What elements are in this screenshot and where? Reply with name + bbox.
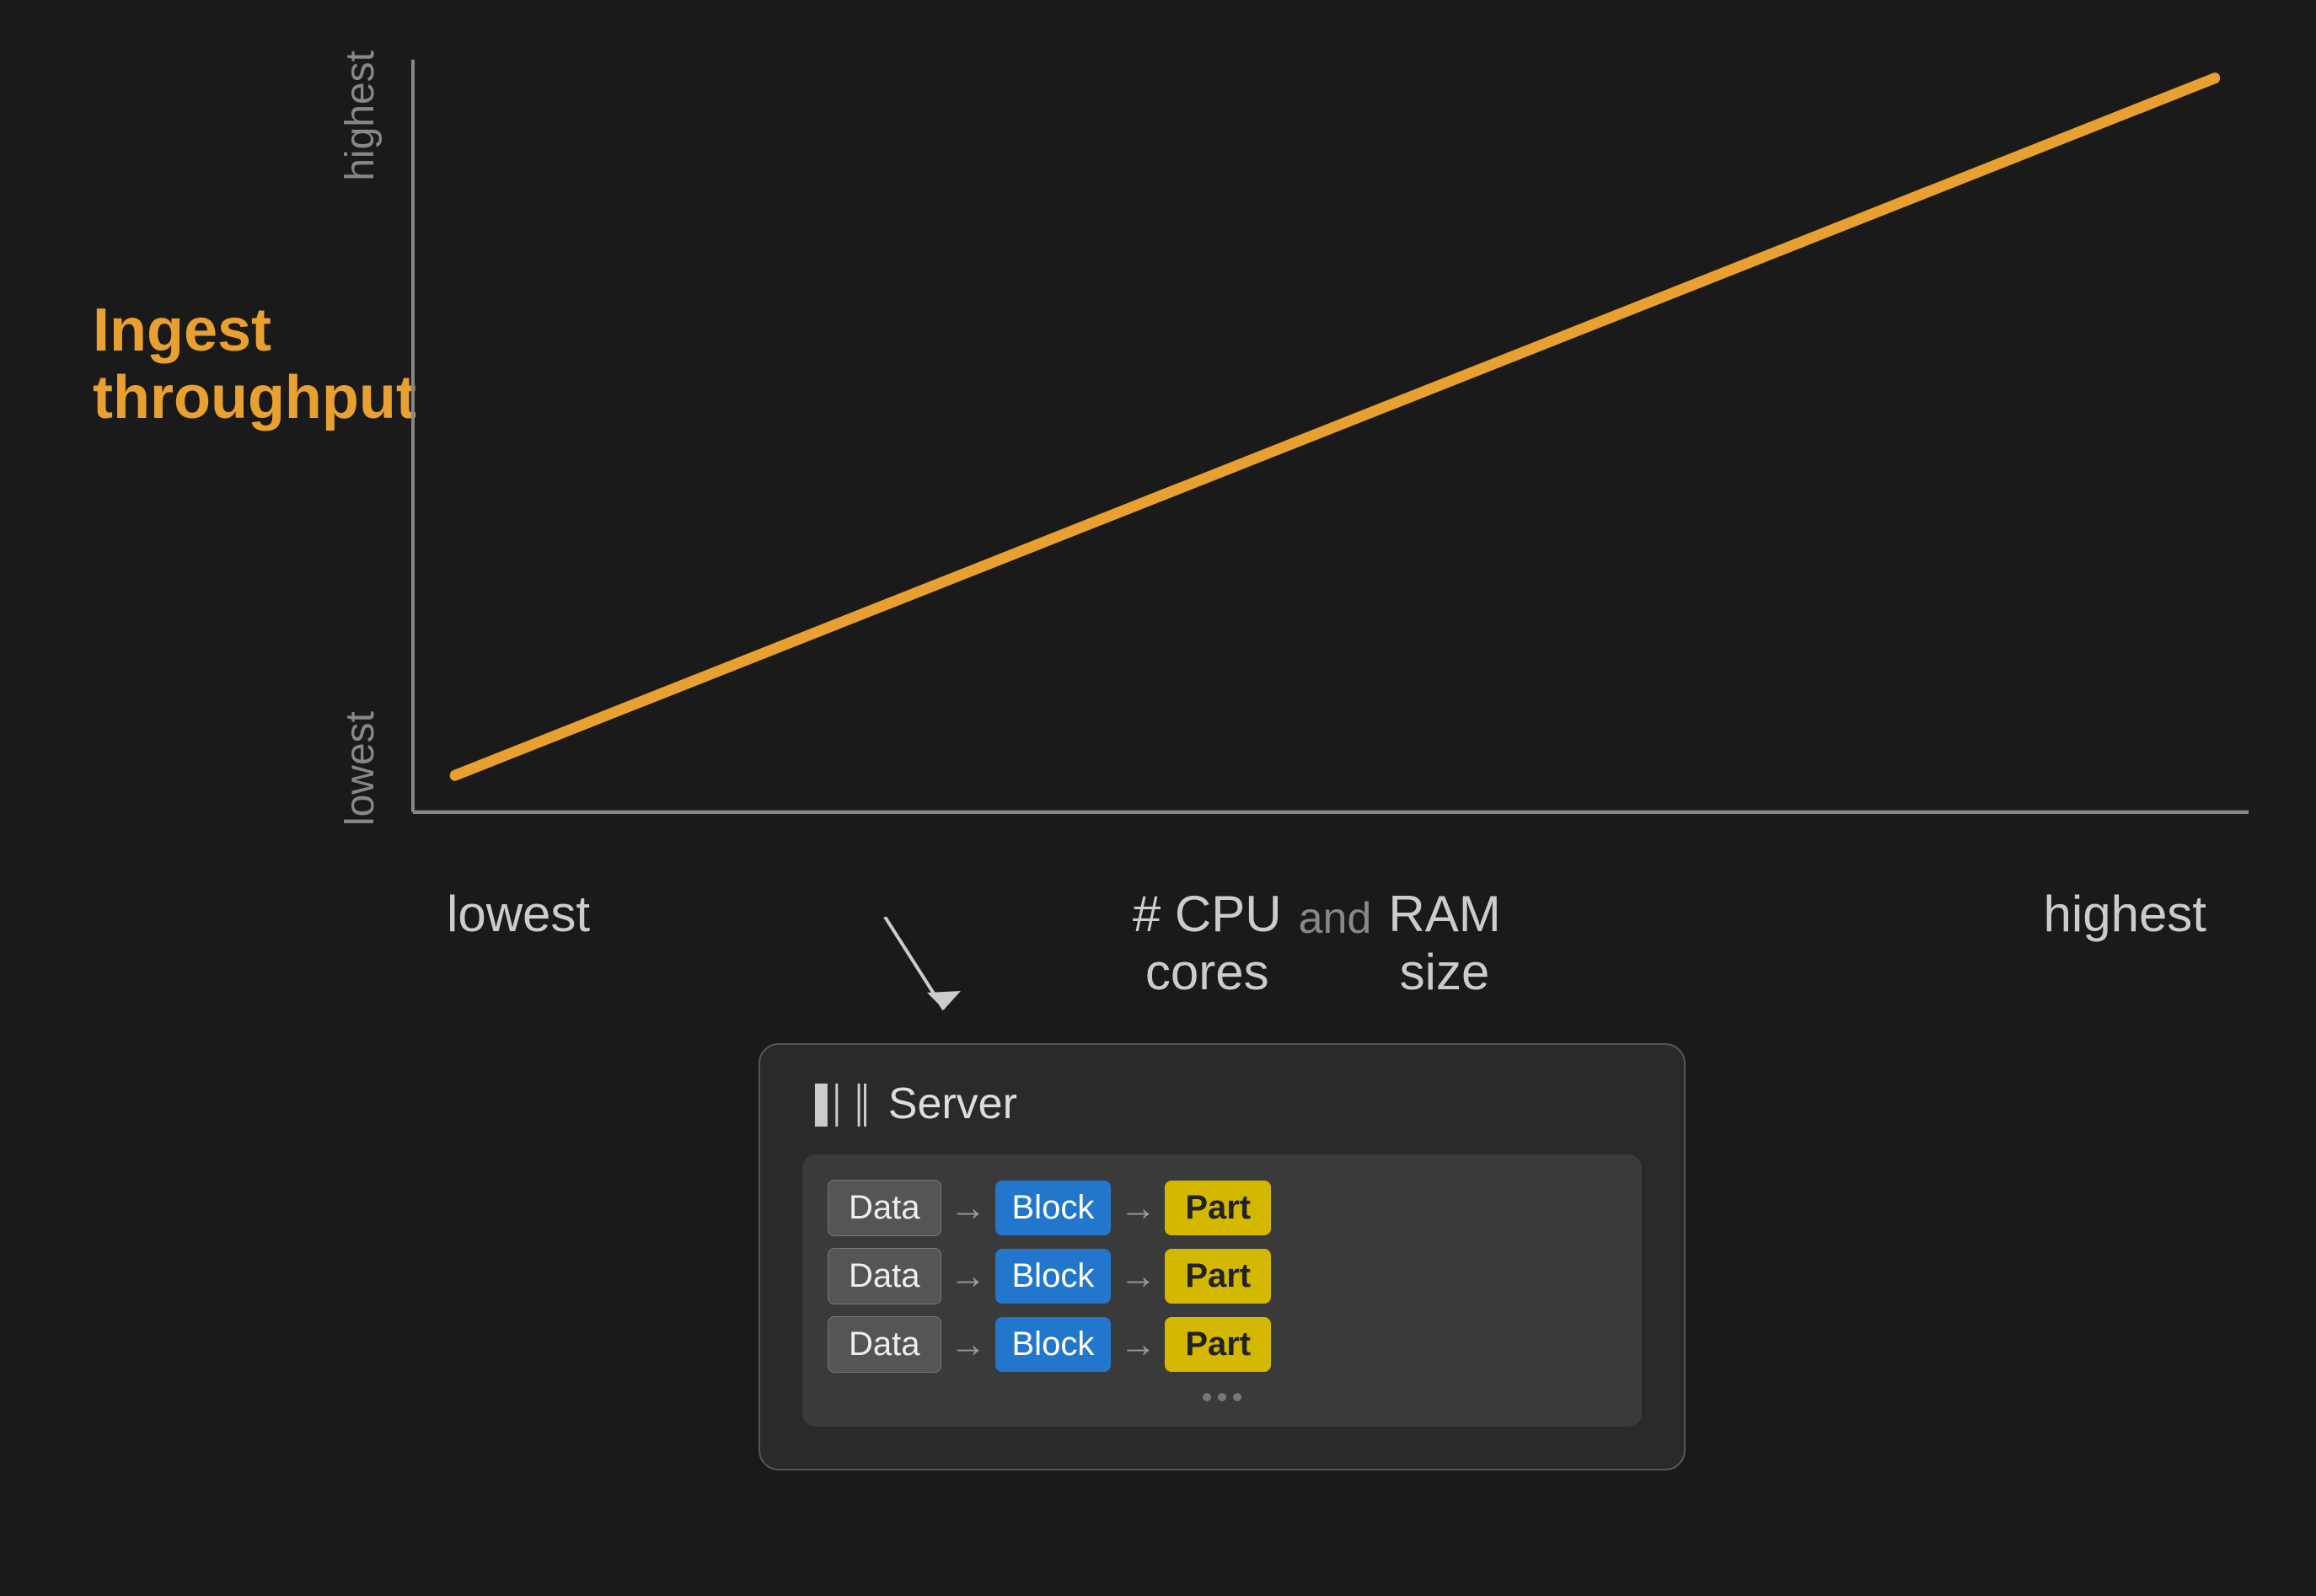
table-row: Data → Block → Part: [828, 1316, 1616, 1373]
arrow-right-1: →: [950, 1187, 987, 1229]
block-label-1: Block: [995, 1181, 1112, 1235]
server-rows: Data → Block → Part Data → Block →: [828, 1180, 1616, 1384]
x-label-ram: RAM: [1388, 885, 1500, 943]
x-label-lowest: lowest: [447, 885, 590, 943]
y-tick-highest: highest: [337, 51, 383, 181]
ellipsis-dots: [828, 1393, 1616, 1401]
chart-area: Ingest throughput highest lowest: [67, 51, 2249, 876]
server-label: Server: [888, 1079, 1017, 1129]
table-row: Data → Block → Part: [828, 1248, 1616, 1304]
chart-svg-container: [405, 51, 2249, 876]
block-label-3: Block: [995, 1317, 1112, 1372]
x-label-cores: cores: [1145, 943, 1269, 1001]
x-label-highest: highest: [2044, 885, 2206, 943]
part-label-3: Part: [1165, 1317, 1271, 1372]
arrow-right-3: →: [950, 1256, 987, 1298]
combined-bottom: lowest # CPU cores and RAM size highest: [67, 876, 2249, 1470]
y-axis-ticks: highest lowest: [337, 51, 400, 826]
arrow-right-6: →: [1119, 1324, 1156, 1366]
arrow-indicator: [877, 917, 978, 1039]
x-axis-labels: lowest # CPU cores and RAM size highest: [405, 885, 2249, 1001]
x-label-size: size: [1400, 943, 1490, 1001]
arrow-right-5: →: [950, 1324, 987, 1366]
block-label-2: Block: [995, 1249, 1112, 1304]
dot-3: [1233, 1393, 1241, 1401]
server-icon: ▐│║: [802, 1084, 875, 1124]
x-label-and: and: [1299, 885, 1372, 944]
data-label-3: Data: [828, 1316, 941, 1373]
server-header: ▐│║ Server: [802, 1079, 1642, 1129]
dot-1: [1203, 1393, 1211, 1401]
dot-2: [1218, 1393, 1226, 1401]
server-inner: Data → Block → Part Data → Block →: [802, 1154, 1642, 1427]
server-diagram-box: ▐│║ Server Data → Block → Part: [759, 1043, 1686, 1470]
diagram-section: ▐│║ Server Data → Block → Part: [759, 1026, 2249, 1470]
data-label-2: Data: [828, 1248, 941, 1304]
part-label-2: Part: [1165, 1249, 1271, 1304]
chart-with-axes: highest lowest: [337, 51, 2249, 876]
part-label-1: Part: [1165, 1181, 1271, 1235]
y-label-line1: Ingest: [93, 297, 271, 364]
data-label-1: Data: [828, 1180, 941, 1236]
chart-svg: [405, 51, 2249, 876]
y-tick-lowest: lowest: [337, 711, 383, 826]
arrow-right-2: →: [1119, 1187, 1156, 1229]
x-label-cpu-ram-group: # CPU cores and RAM size: [1133, 885, 1501, 1001]
arrow-right-4: →: [1119, 1256, 1156, 1298]
table-row: Data → Block → Part: [828, 1180, 1616, 1236]
x-label-cpu: # CPU: [1133, 885, 1282, 943]
